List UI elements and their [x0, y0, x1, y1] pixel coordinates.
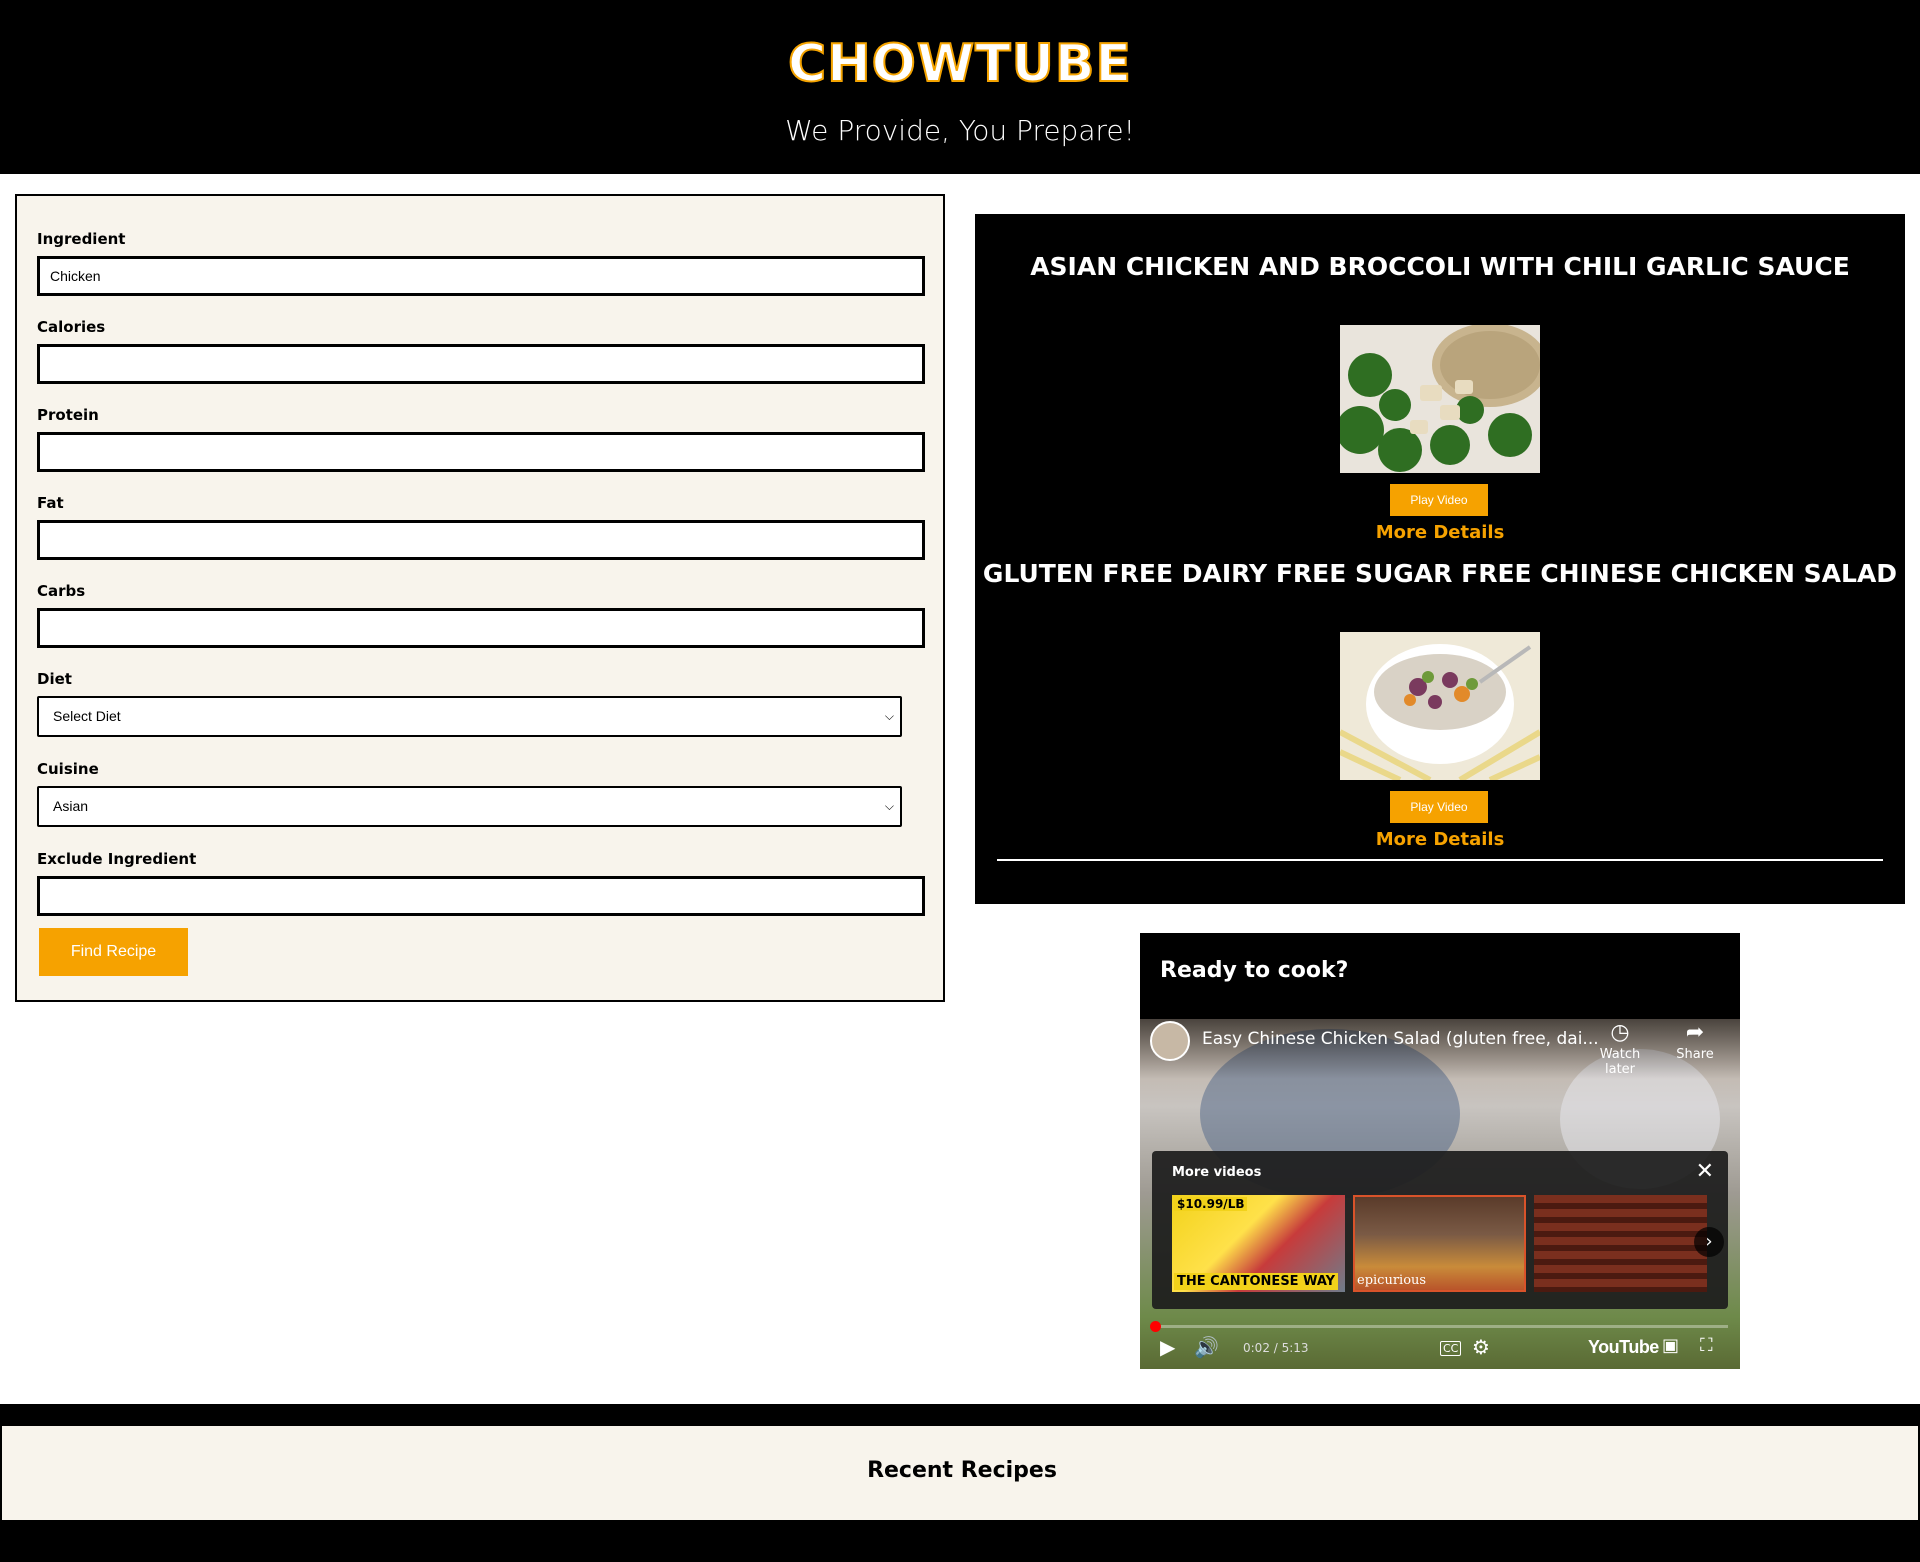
- video-card: Ready to cook? Easy Chinese Chicken Sala…: [1140, 933, 1740, 1369]
- channel-avatar[interactable]: [1150, 1021, 1190, 1061]
- exclude-ingredient-label: Exclude Ingredient: [37, 850, 197, 868]
- video-title[interactable]: Easy Chinese Chicken Salad (gluten free,…: [1202, 1029, 1599, 1049]
- video-thumbnail[interactable]: $10.99/LB THE CANTONESE WAY: [1172, 1195, 1345, 1292]
- cuisine-select[interactable]: Asian ⌵: [37, 786, 902, 827]
- diet-label: Diet: [37, 670, 72, 688]
- ingredient-input[interactable]: Chicken: [37, 256, 925, 296]
- share-label: Share: [1676, 1047, 1714, 1062]
- exclude-ingredient-input[interactable]: [37, 876, 925, 916]
- site-header: CHOWTUBE We Provide, You Prepare!: [0, 0, 1920, 174]
- thumbnail-brand: epicurious: [1357, 1273, 1427, 1288]
- recipe-image: [1340, 632, 1540, 780]
- calories-input[interactable]: [37, 344, 925, 384]
- more-details-link[interactable]: More Details: [975, 829, 1905, 850]
- fullscreen-icon[interactable]: ⛶: [1700, 1335, 1713, 1356]
- play-video-button[interactable]: Play Video: [1390, 791, 1488, 823]
- play-video-button[interactable]: Play Video: [1390, 484, 1488, 516]
- video-thumbnail[interactable]: [1534, 1195, 1707, 1292]
- share-button[interactable]: ➦ Share: [1660, 1019, 1730, 1062]
- video-time: 0:02 / 5:13: [1243, 1341, 1309, 1355]
- video-thumbnail[interactable]: epicurious: [1353, 1195, 1526, 1292]
- youtube-logo[interactable]: YouTube: [1588, 1337, 1659, 1358]
- watch-later-label: Watch later: [1599, 1047, 1641, 1077]
- recipe-title: ASIAN CHICKEN AND BROCCOLI WITH CHILI GA…: [1030, 252, 1850, 281]
- player-controls: ▶ 🔊 0:02 / 5:13 CC ⚙ YouTube ▣ ⛶: [1140, 1331, 1740, 1369]
- cuisine-label: Cuisine: [37, 760, 99, 778]
- fat-label: Fat: [37, 494, 64, 512]
- close-icon[interactable]: ✕: [1696, 1159, 1714, 1184]
- recent-recipes-title: Recent Recipes: [867, 1458, 1057, 1483]
- video-card-title: Ready to cook?: [1160, 958, 1349, 983]
- recipe-image: [1340, 325, 1540, 473]
- chevron-down-icon: ⌵: [884, 709, 894, 723]
- more-videos-panel: More videos ✕ $10.99/LB THE CANTONESE WA…: [1152, 1151, 1728, 1309]
- site-tagline: We Provide, You Prepare!: [785, 114, 1135, 147]
- share-icon: ➦: [1685, 1020, 1705, 1045]
- site-logo[interactable]: CHOWTUBE: [0, 33, 1920, 95]
- volume-icon[interactable]: 🔊: [1194, 1335, 1219, 1359]
- protein-label: Protein: [37, 406, 99, 424]
- results-divider: [997, 859, 1883, 861]
- recent-recipes-panel: Recent Recipes: [0, 1424, 1920, 1522]
- recipe-title: GLUTEN FREE DAIRY FREE SUGAR FREE CHINES…: [982, 559, 1898, 588]
- gear-icon[interactable]: ⚙: [1472, 1335, 1490, 1359]
- play-icon[interactable]: ▶: [1160, 1335, 1175, 1359]
- thumbnail-caption: THE CANTONESE WAY: [1174, 1273, 1339, 1290]
- captions-icon[interactable]: CC: [1440, 1341, 1462, 1356]
- cast-icon[interactable]: ▣: [1662, 1335, 1679, 1356]
- more-details-link[interactable]: More Details: [975, 522, 1905, 543]
- ingredient-label: Ingredient: [37, 230, 126, 248]
- progress-bar[interactable]: [1150, 1321, 1728, 1332]
- chevron-right-icon[interactable]: ›: [1694, 1227, 1724, 1257]
- more-videos-label: More videos: [1172, 1165, 1262, 1180]
- carbs-input[interactable]: [37, 608, 925, 648]
- find-recipe-button[interactable]: Find Recipe: [39, 928, 188, 976]
- diet-select[interactable]: Select Diet ⌵: [37, 696, 902, 737]
- cuisine-select-value: Asian: [53, 798, 89, 814]
- clock-icon: ◷: [1610, 1020, 1630, 1045]
- recipe-results: ASIAN CHICKEN AND BROCCOLI WITH CHILI GA…: [975, 214, 1905, 904]
- footer-top-bar: [0, 1404, 1920, 1424]
- fat-input[interactable]: [37, 520, 925, 560]
- thumbnail-price: $10.99/LB: [1174, 1197, 1248, 1211]
- carbs-label: Carbs: [37, 582, 86, 600]
- diet-select-value: Select Diet: [53, 708, 121, 724]
- video-player[interactable]: Easy Chinese Chicken Salad (gluten free,…: [1140, 1019, 1740, 1369]
- watch-later-button[interactable]: ◷ Watch later: [1585, 1019, 1655, 1077]
- chevron-down-icon: ⌵: [884, 799, 894, 813]
- calories-label: Calories: [37, 318, 106, 336]
- recipe-search-form: Ingredient Chicken Calories Protein Fat …: [15, 194, 945, 1002]
- footer-bottom-bar: [0, 1522, 1920, 1562]
- protein-input[interactable]: [37, 432, 925, 472]
